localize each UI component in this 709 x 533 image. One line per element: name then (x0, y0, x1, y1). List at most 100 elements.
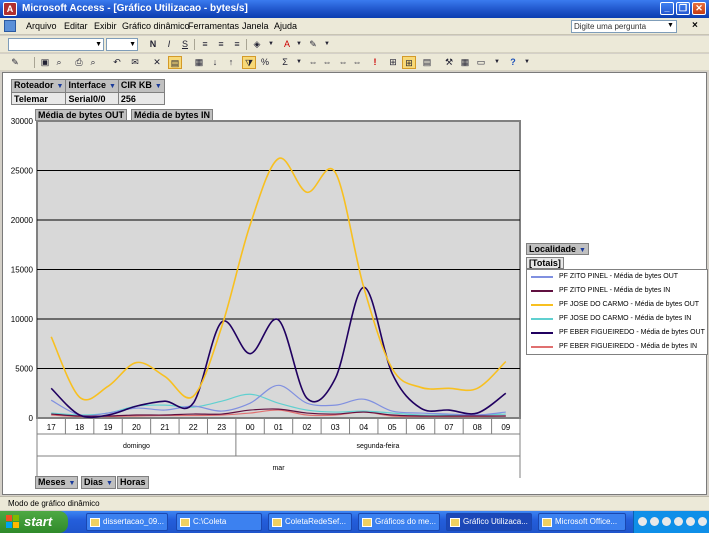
view-icon[interactable]: ✎ (8, 56, 22, 69)
align-center-icon[interactable]: ≡ (214, 38, 228, 51)
refresh-icon[interactable]: ! (368, 56, 382, 69)
x-tick-label: 05 (388, 423, 397, 432)
expand-icon[interactable]: ⇔ (320, 56, 334, 69)
word-document-icon (90, 518, 100, 527)
task-button[interactable]: ColetaRedeSef... (268, 513, 352, 531)
minimize-button[interactable]: _ (660, 2, 674, 15)
task-button[interactable]: dissertacao_09... (86, 513, 168, 531)
italic-icon[interactable]: I (162, 38, 176, 51)
dropdown-arrow-icon: ▼ (579, 247, 586, 254)
title-bar: A Microsoft Access - [Gráfico Utilizacao… (0, 0, 709, 18)
sort-ascending-icon[interactable]: ↓ (208, 56, 222, 69)
autocalc-icon[interactable]: Σ (278, 56, 292, 69)
task-button[interactable]: Gráficos do me... (358, 513, 440, 531)
x-tick-label: 01 (274, 423, 283, 432)
hide-details-icon[interactable]: ⇔ (336, 56, 350, 69)
x-group-label: domingo (123, 443, 150, 450)
access-icon (362, 518, 372, 527)
status-bar: Modo de gráfico dinâmico (0, 496, 709, 510)
task-button[interactable]: C:\Coleta (176, 513, 262, 531)
fill-color-dropdown-icon[interactable]: ▼ (264, 38, 278, 51)
tray-icon[interactable] (698, 517, 707, 526)
legend-swatch (531, 318, 553, 320)
x-tick-label: 19 (104, 423, 113, 432)
print-icon[interactable]: ⎙ (72, 56, 86, 69)
fill-color-icon[interactable]: ◈ (250, 38, 264, 51)
chart-window-icon[interactable] (4, 20, 16, 32)
windows-logo-icon (6, 515, 19, 528)
drop-zones-icon[interactable]: ▦ (192, 56, 206, 69)
line-color-dropdown-icon[interactable]: ▼ (320, 38, 334, 51)
access-icon (450, 518, 460, 527)
category-field-meses[interactable]: Meses ▼ (35, 476, 79, 489)
save-icon[interactable]: ▣ (38, 56, 52, 69)
task-button[interactable]: Microsoft Office... (538, 513, 626, 531)
toolbar-options-icon[interactable]: ▼ (520, 56, 534, 69)
office-icon (542, 518, 552, 527)
sort-descending-icon[interactable]: ↑ (224, 56, 238, 69)
delete-icon[interactable]: ✕ (150, 56, 164, 69)
align-right-icon[interactable]: ≡ (230, 38, 244, 51)
start-button[interactable]: start (0, 511, 68, 533)
legend-swatch (531, 304, 553, 306)
new-object-icon[interactable]: ▭ (474, 56, 488, 69)
show-top-bottom-icon[interactable]: % (258, 56, 272, 69)
help-icon[interactable]: ? (506, 56, 520, 69)
tray-icon[interactable] (638, 517, 647, 526)
font-size-select[interactable]: ▼ (106, 38, 138, 51)
multiple-plots-icon[interactable]: ⊞ (402, 56, 416, 69)
collapse-icon[interactable]: ⇔ (306, 56, 320, 69)
y-tick-label: 25000 (11, 167, 34, 176)
x-tick-label: 21 (160, 423, 169, 432)
autocalc-dropdown-icon[interactable]: ▼ (292, 56, 306, 69)
close-button[interactable]: ✕ (692, 2, 706, 15)
menu-exibir[interactable]: Exibir (94, 21, 117, 32)
print-preview-icon[interactable]: ⌕ (86, 56, 100, 69)
series-field-localidade[interactable]: Localidade ▼ (526, 243, 589, 255)
chart-legend: PF ZITO PINEL - Média de bytes OUT PF ZI… (526, 269, 708, 355)
by-row-column-icon[interactable]: ⊞ (386, 56, 400, 69)
menu-arquivo[interactable]: Arquivo (26, 21, 57, 32)
y-tick-label: 30000 (11, 117, 34, 126)
restore-button[interactable]: ❐ (676, 2, 690, 15)
tray-icon[interactable] (650, 517, 659, 526)
menu-ajuda[interactable]: Ajuda (274, 21, 297, 32)
underline-icon[interactable]: S (178, 38, 192, 51)
x-tick-label: 22 (189, 423, 198, 432)
font-color-dropdown-icon[interactable]: ▼ (292, 38, 306, 51)
undo-icon[interactable]: ↶ (110, 56, 124, 69)
field-list-icon[interactable]: ▤ (168, 56, 182, 69)
category-field-dias[interactable]: Dias ▼ (81, 476, 116, 489)
align-left-icon[interactable]: ≡ (198, 38, 212, 51)
object-select[interactable]: ▼ (8, 38, 104, 51)
tray-icon[interactable] (674, 517, 683, 526)
menu-editar[interactable]: Editar (64, 21, 88, 32)
tray-icon[interactable] (662, 517, 671, 526)
bold-icon[interactable]: N (146, 38, 160, 51)
x-group-label: mar (272, 465, 285, 472)
menu-grafico-dinamico[interactable]: Gráfico dinâmico (122, 21, 190, 32)
tray-icon[interactable] (686, 517, 695, 526)
email-icon[interactable]: ✉ (128, 56, 142, 69)
category-field-horas[interactable]: Horas (117, 476, 149, 489)
help-dropdown-icon[interactable]: ▼ (667, 22, 674, 29)
x-tick-label: 08 (473, 423, 482, 432)
autofilter-icon[interactable]: ⧩ (242, 56, 256, 69)
task-button-active[interactable]: Gráfico Utilizaca... (446, 513, 532, 531)
database-window-icon[interactable]: ▦ (458, 56, 472, 69)
access-icon: A (3, 2, 17, 16)
help-question-input[interactable]: Digite uma pergunta (571, 20, 677, 33)
access-window: A Microsoft Access - [Gráfico Utilizacao… (0, 0, 709, 533)
menu-ferramentas[interactable]: Ferramentas (188, 21, 239, 32)
system-tray (633, 511, 709, 533)
show-details-icon[interactable]: ⇔ (350, 56, 364, 69)
show-legend-icon[interactable]: ▤ (420, 56, 434, 69)
mdi-close-icon[interactable]: × (692, 20, 698, 31)
legend-swatch (531, 276, 553, 278)
new-object-dropdown-icon[interactable]: ▼ (490, 56, 504, 69)
search-icon[interactable]: ⌕ (52, 56, 66, 69)
properties-icon[interactable]: ⚒ (442, 56, 456, 69)
pivotchart-toolbar: ✎ ▣ ⌕ ⎙ ⌕ ↶ ✉ ✕ ▤ ▦ ↓ ↑ ⧩ % Σ ▼ ⇔ ⇔ ⇔ ⇔ … (0, 54, 709, 71)
menu-janela[interactable]: Janela (242, 21, 269, 32)
line-color-icon[interactable]: ✎ (306, 38, 320, 51)
